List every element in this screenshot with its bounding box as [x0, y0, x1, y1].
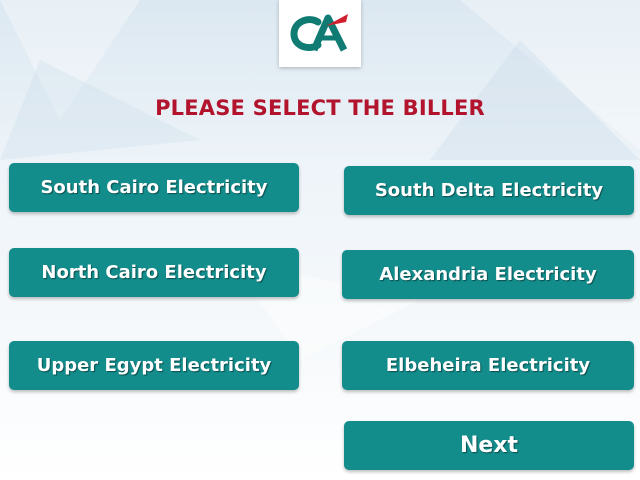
page-title: PLEASE SELECT THE BILLER: [155, 96, 485, 120]
background-pattern: [0, 0, 640, 360]
alexandria-electricity-button[interactable]: Alexandria Electricity: [342, 250, 634, 299]
credit-agricole-logo-icon: [290, 14, 348, 52]
south-cairo-electricity-button[interactable]: South Cairo Electricity: [9, 163, 299, 212]
logo-box: [279, 0, 361, 67]
north-cairo-electricity-button[interactable]: North Cairo Electricity: [9, 248, 299, 297]
next-button[interactable]: Next: [344, 421, 634, 470]
south-delta-electricity-button[interactable]: South Delta Electricity: [344, 166, 634, 215]
elbeheira-electricity-button[interactable]: Elbeheira Electricity: [342, 341, 634, 390]
upper-egypt-electricity-button[interactable]: Upper Egypt Electricity: [9, 341, 299, 390]
